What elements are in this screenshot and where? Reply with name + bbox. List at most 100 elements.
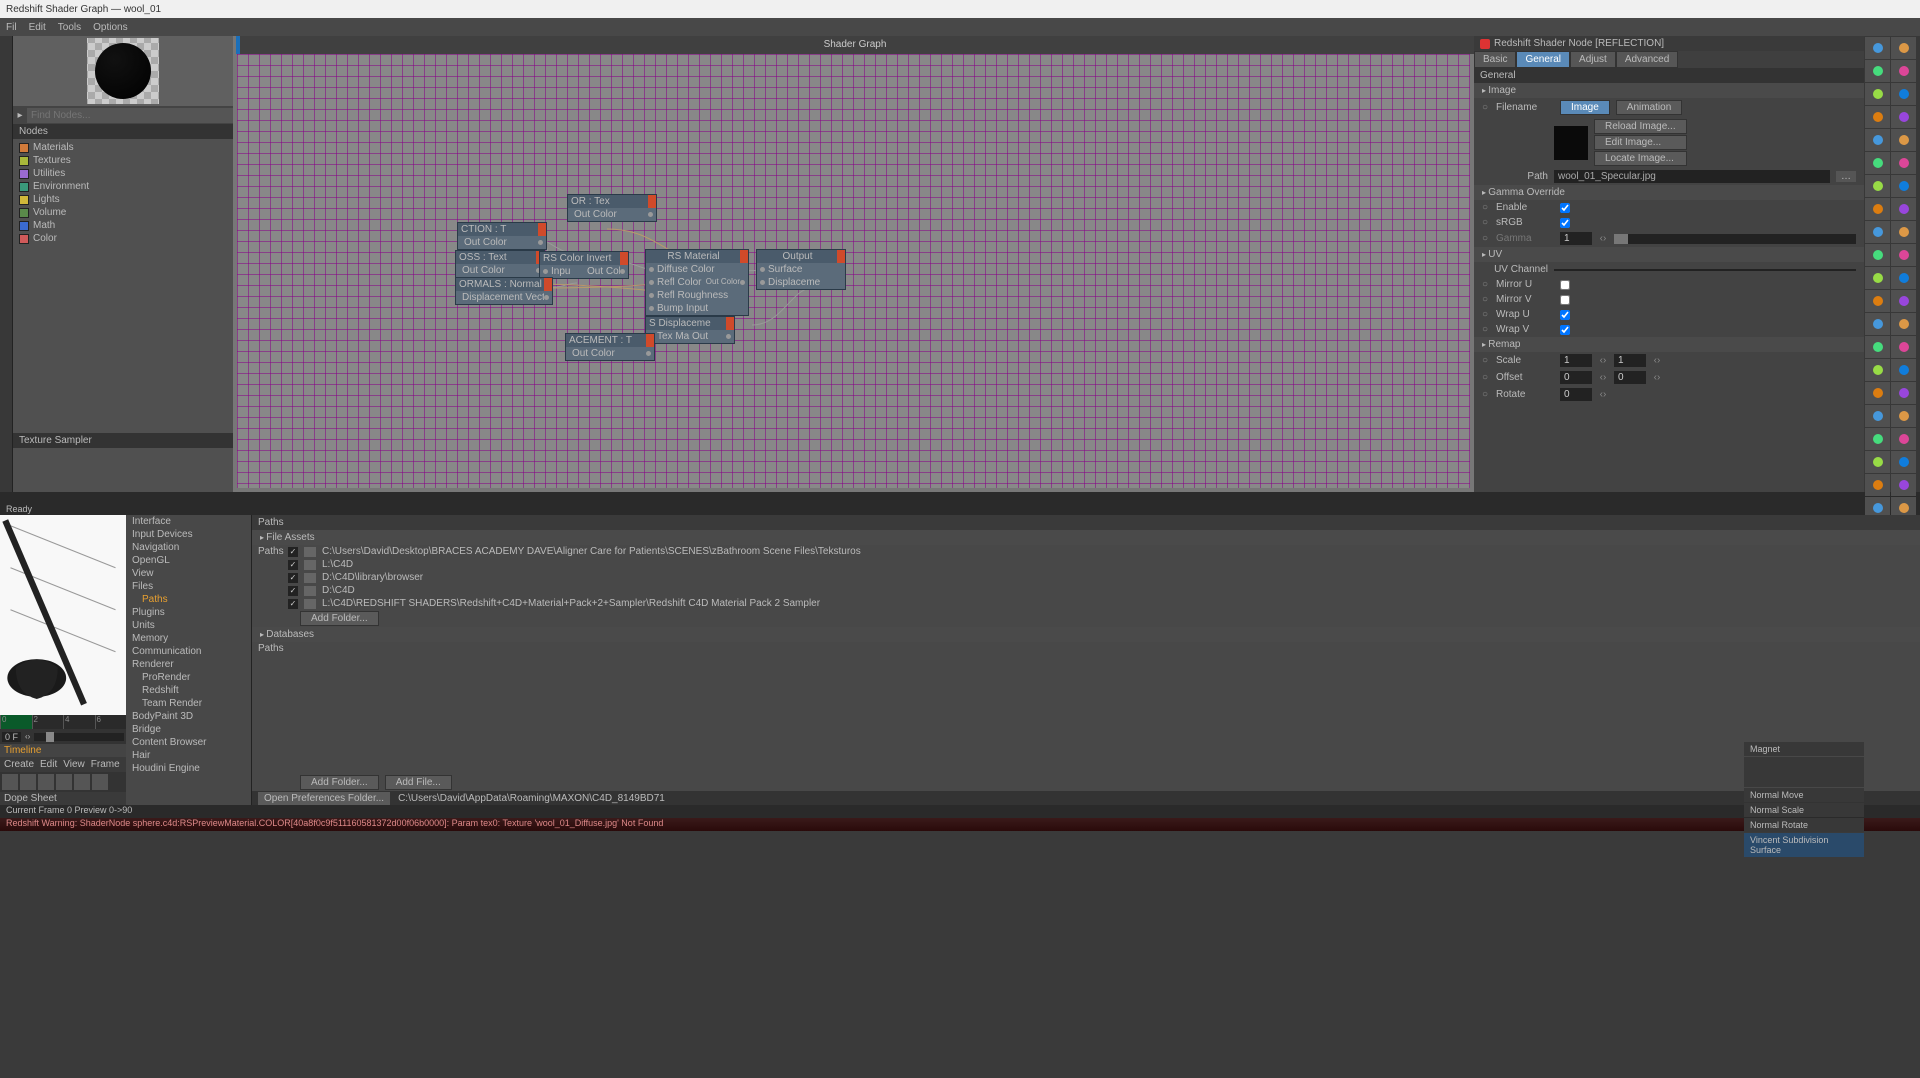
current-frame[interactable]: 0 F (2, 732, 21, 742)
tool-icon-37[interactable] (1891, 451, 1916, 473)
subtab-image[interactable]: Image (1560, 100, 1610, 115)
tree-houdini-engine[interactable]: Houdini Engine (126, 762, 251, 775)
databases-group[interactable]: Databases (252, 627, 1920, 642)
path-field[interactable]: wool_01_Specular.jpg (1554, 170, 1830, 183)
tool-icon-31[interactable] (1891, 382, 1916, 404)
tool-icon-6[interactable] (1865, 106, 1890, 128)
add-folder-button[interactable]: Add Folder... (300, 611, 379, 626)
tool-icon-12[interactable] (1865, 175, 1890, 197)
tool-icon-16[interactable] (1865, 221, 1890, 243)
tl-edit[interactable]: Edit (40, 759, 57, 770)
image-thumbnail[interactable] (1554, 126, 1588, 160)
timeline-slider[interactable] (34, 733, 124, 741)
add-file-button[interactable]: Add File... (385, 775, 452, 790)
path-row[interactable]: ✓L:\C4D (252, 558, 1920, 571)
scale-y[interactable]: 1 (1614, 354, 1646, 367)
wrap-u-checkbox[interactable] (1560, 310, 1570, 320)
menu-file[interactable]: Fil (6, 22, 17, 33)
path-enable-checkbox[interactable]: ✓ (288, 547, 298, 557)
tree-units[interactable]: Units (126, 619, 251, 632)
tool-icon-26[interactable] (1865, 336, 1890, 358)
tree-paths[interactable]: Paths (126, 593, 251, 606)
edit-image-button[interactable]: Edit Image... (1594, 135, 1687, 150)
tab-general[interactable]: General (1516, 51, 1570, 68)
menu-options[interactable]: Options (93, 22, 127, 33)
tool-icon-13[interactable] (1891, 175, 1916, 197)
node-displacement[interactable]: S Displaceme Tex Ma Out (645, 316, 735, 344)
tree-team-render[interactable]: Team Render (126, 697, 251, 710)
tab-advanced[interactable]: Advanced (1616, 51, 1678, 68)
tool-icon-29[interactable] (1891, 359, 1916, 381)
timeline-icons[interactable] (0, 772, 126, 792)
tool-icon-17[interactable] (1891, 221, 1916, 243)
tool-icon-1[interactable] (1891, 37, 1916, 59)
tree-input-devices[interactable]: Input Devices (126, 528, 251, 541)
tree-hair[interactable]: Hair (126, 749, 251, 762)
tool-icon-32[interactable] (1865, 405, 1890, 427)
gamma-slider[interactable] (1614, 234, 1856, 244)
tree-files[interactable]: Files (126, 580, 251, 593)
mirror-u-checkbox[interactable] (1560, 280, 1570, 290)
category-math[interactable]: Math (19, 219, 227, 232)
tool-icon-18[interactable] (1865, 244, 1890, 266)
group-uv[interactable]: UV (1474, 247, 1864, 262)
tree-plugins[interactable]: Plugins (126, 606, 251, 619)
left-toolbar[interactable] (0, 36, 13, 492)
tool-icon-0[interactable] (1865, 37, 1890, 59)
tool-icon-24[interactable] (1865, 313, 1890, 335)
preferences-tree[interactable]: InterfaceInput DevicesNavigationOpenGLVi… (126, 515, 252, 805)
tool-icon-34[interactable] (1865, 428, 1890, 450)
tool-icon-27[interactable] (1891, 336, 1916, 358)
open-prefs-folder-button[interactable]: Open Preferences Folder... (258, 792, 390, 805)
path-row[interactable]: Paths✓C:\Users\David\Desktop\BRACES ACAD… (252, 545, 1920, 558)
group-image[interactable]: Image (1474, 83, 1864, 98)
uv-channel-field[interactable] (1554, 269, 1856, 271)
viewport[interactable] (0, 515, 126, 715)
path-enable-checkbox[interactable]: ✓ (288, 599, 298, 609)
path-browse-button[interactable]: … (1836, 171, 1856, 182)
category-lights[interactable]: Lights (19, 193, 227, 206)
tool-icon-39[interactable] (1891, 474, 1916, 496)
group-gamma[interactable]: Gamma Override (1474, 185, 1864, 200)
add-folder-db-button[interactable]: Add Folder... (300, 775, 379, 790)
node-ction[interactable]: CTION : T Out Color (457, 222, 547, 250)
tool-icon-30[interactable] (1865, 382, 1890, 404)
tab-basic[interactable]: Basic (1474, 51, 1516, 68)
tool-icon-15[interactable] (1891, 198, 1916, 220)
tree-prorender[interactable]: ProRender (126, 671, 251, 684)
locate-image-button[interactable]: Locate Image... (1594, 151, 1687, 166)
tab-adjust[interactable]: Adjust (1570, 51, 1616, 68)
category-color[interactable]: Color (19, 232, 227, 245)
tree-memory[interactable]: Memory (126, 632, 251, 645)
node-or-tex[interactable]: OR : Tex Out Color (567, 194, 657, 222)
offset-y[interactable]: 0 (1614, 371, 1646, 384)
tool-icon-9[interactable] (1891, 129, 1916, 151)
tree-opengl[interactable]: OpenGL (126, 554, 251, 567)
tool-icon-5[interactable] (1891, 83, 1916, 105)
tree-interface[interactable]: Interface (126, 515, 251, 528)
tool-icon-20[interactable] (1865, 267, 1890, 289)
tool-icon-8[interactable] (1865, 129, 1890, 151)
menu-tools[interactable]: Tools (58, 22, 81, 33)
group-remap[interactable]: Remap (1474, 337, 1864, 352)
node-output[interactable]: Output Surface Displaceme (756, 249, 846, 290)
tool-icon-33[interactable] (1891, 405, 1916, 427)
find-nodes-input[interactable] (27, 108, 233, 123)
path-row[interactable]: ✓D:\C4D\library\browser (252, 571, 1920, 584)
tl-frame[interactable]: Frame (91, 759, 120, 770)
file-assets-group[interactable]: File Assets (252, 530, 1920, 545)
srgb-checkbox[interactable] (1560, 218, 1570, 228)
wrap-v-checkbox[interactable] (1560, 325, 1570, 335)
tl-view[interactable]: View (63, 759, 85, 770)
tl-create[interactable]: Create (4, 759, 34, 770)
path-row[interactable]: ✓D:\C4D (252, 584, 1920, 597)
category-utilities[interactable]: Utilities (19, 167, 227, 180)
category-environment[interactable]: Environment (19, 180, 227, 193)
tool-icon-36[interactable] (1865, 451, 1890, 473)
mirror-v-checkbox[interactable] (1560, 295, 1570, 305)
rotate-field[interactable]: 0 (1560, 388, 1592, 401)
tree-communication[interactable]: Communication (126, 645, 251, 658)
node-normals[interactable]: ORMALS : Normal M Displacement Vector (455, 277, 553, 305)
scale-x[interactable]: 1 (1560, 354, 1592, 367)
tree-view[interactable]: View (126, 567, 251, 580)
